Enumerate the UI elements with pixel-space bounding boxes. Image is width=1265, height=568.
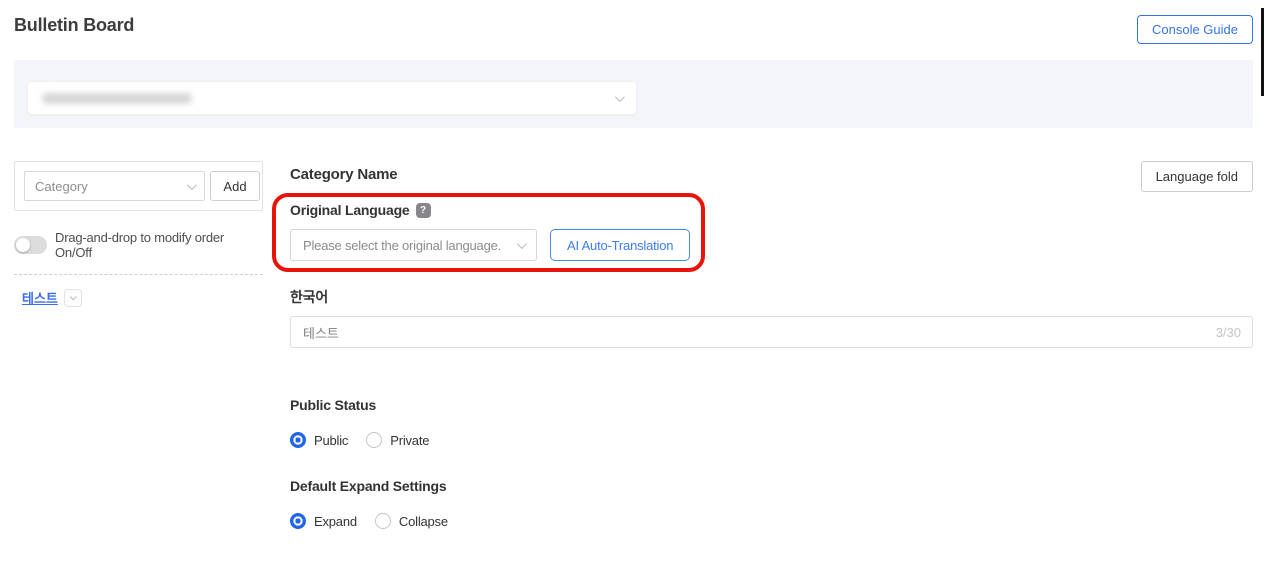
chevron-down-icon xyxy=(615,92,625,102)
ai-auto-translation-button[interactable]: AI Auto-Translation xyxy=(550,229,690,261)
category-sidebar: Category Add Drag-and-drop to modify ord… xyxy=(14,161,263,529)
radio-label: Public xyxy=(314,433,348,448)
category-item-expand-button[interactable] xyxy=(64,289,82,307)
category-detail-header: Category Name Language fold xyxy=(290,161,1253,192)
category-detail-panel: Category Name Language fold Original Lan… xyxy=(290,161,1253,529)
default-expand-label: Default Expand Settings xyxy=(290,478,1253,494)
public-status-section: Public Status Public Private xyxy=(290,397,1253,448)
radio-option-private[interactable]: Private xyxy=(366,432,429,448)
original-language-label-row: Original Language ? xyxy=(290,202,690,218)
bulletin-board-page: Bulletin Board Console Guide Category Ad… xyxy=(0,0,1265,568)
category-select[interactable]: Category xyxy=(24,171,205,201)
board-selector-panel xyxy=(14,60,1253,128)
char-counter: 3/30 xyxy=(1216,325,1241,340)
original-language-label: Original Language xyxy=(290,202,410,218)
korean-label: 한국어 xyxy=(290,287,1253,307)
category-select-placeholder: Category xyxy=(35,179,88,194)
scrollbar-thumb[interactable] xyxy=(1261,8,1264,96)
original-language-select[interactable]: Please select the original language. xyxy=(290,229,537,261)
board-select[interactable] xyxy=(27,81,637,115)
korean-input-wrap: 3/30 xyxy=(290,316,1253,348)
category-item-link[interactable]: 테스트 xyxy=(22,288,58,307)
red-highlight-annotation: Original Language ? Please select the or… xyxy=(272,193,705,272)
public-status-options: Public Private xyxy=(290,432,1253,448)
radio-option-collapse[interactable]: Collapse xyxy=(375,513,448,529)
chevron-down-icon xyxy=(517,239,527,249)
sidebar-divider xyxy=(14,274,263,275)
korean-name-input[interactable] xyxy=(290,316,1253,348)
radio-label: Expand xyxy=(314,514,357,529)
redacted-board-name xyxy=(42,93,192,104)
drag-order-toggle[interactable] xyxy=(14,236,47,254)
add-category-button[interactable]: Add xyxy=(210,171,260,201)
drag-toggle-label: Drag-and-drop to modify order On/Off xyxy=(55,230,263,260)
category-name-title: Category Name xyxy=(290,161,397,183)
page-header: Bulletin Board Console Guide xyxy=(14,0,1253,44)
radio-option-expand[interactable]: Expand xyxy=(290,513,357,529)
page-title: Bulletin Board xyxy=(14,15,134,36)
radio-checked-icon[interactable] xyxy=(290,513,306,529)
console-guide-button[interactable]: Console Guide xyxy=(1137,15,1253,44)
drag-toggle-row: Drag-and-drop to modify order On/Off xyxy=(14,230,263,260)
korean-name-field: 한국어 3/30 xyxy=(290,287,1253,348)
radio-unchecked-icon[interactable] xyxy=(366,432,382,448)
chevron-down-icon xyxy=(70,293,77,300)
content-row: Category Add Drag-and-drop to modify ord… xyxy=(14,161,1253,529)
default-expand-options: Expand Collapse xyxy=(290,513,1253,529)
original-language-select-placeholder: Please select the original language. xyxy=(303,238,501,253)
radio-label: Collapse xyxy=(399,514,448,529)
radio-checked-icon[interactable] xyxy=(290,432,306,448)
category-add-box: Category Add xyxy=(14,161,263,211)
original-language-controls: Please select the original language. AI … xyxy=(290,229,690,261)
radio-label: Private xyxy=(390,433,429,448)
radio-unchecked-icon[interactable] xyxy=(375,513,391,529)
category-list-item: 테스트 xyxy=(14,288,263,307)
chevron-down-icon xyxy=(187,180,197,190)
language-fold-button[interactable]: Language fold xyxy=(1141,161,1253,192)
radio-option-public[interactable]: Public xyxy=(290,432,348,448)
toggle-knob xyxy=(16,238,30,252)
public-status-label: Public Status xyxy=(290,397,1253,413)
default-expand-section: Default Expand Settings Expand Collapse xyxy=(290,478,1253,529)
help-icon[interactable]: ? xyxy=(416,203,431,218)
